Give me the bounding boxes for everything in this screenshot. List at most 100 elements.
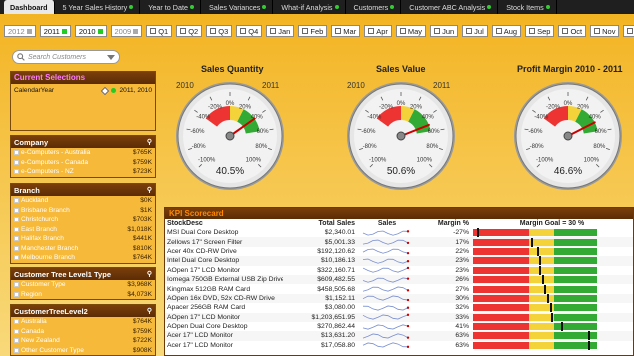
search-placeholder: Search Customers [28,53,86,61]
table-row[interactable]: Acer 17" LCD Monitor $17,058.80 63% [165,340,633,350]
month-Mar[interactable]: Mar [331,25,361,37]
search-icon[interactable]: ⚲ [147,186,152,194]
cell-stockdesc: Acer 17" LCD Monitor [165,331,283,341]
year-2009[interactable]: 2009 [110,25,143,37]
table-row[interactable]: MSI Dual Core Desktop $2,340.01 -27% [165,228,633,238]
goal-marker [537,246,540,256]
month-Apr[interactable]: Apr [364,25,392,37]
quarter-Q1[interactable]: Q1 [146,25,173,37]
tab-5[interactable]: Customers [348,0,402,14]
month-Jun[interactable]: Jun [430,25,459,37]
tab-1[interactable]: 5 Year Sales History [57,0,141,14]
tab-4[interactable]: What-if Analysis [275,0,346,14]
month-Feb[interactable]: Feb [298,25,328,37]
table-row[interactable]: Kingmax 512GB RAM Card $458,505.68 27% [165,284,633,294]
year-2012[interactable]: 2012 [4,25,36,37]
col-stockdesc[interactable]: StockDesc [165,219,283,228]
gauge-title-sales-quantity: Sales Quantity [201,64,264,74]
table-row[interactable]: AOpen 17" LCD Monitor $322,160.71 23% [165,265,633,275]
year-2011[interactable]: 2011 [39,25,71,37]
list-item[interactable]: Australia $764K [11,317,155,327]
list-item[interactable]: e-Computers - NZ $723K [11,167,155,177]
search-icon[interactable]: ⚲ [147,138,152,146]
branch-header[interactable]: Branch ⚲ [11,184,155,196]
search-icon [17,53,25,61]
tab-3[interactable]: Sales Variances [203,0,274,14]
list-item-value: $764K [132,254,152,262]
list-item[interactable]: Region $4,073K [11,290,155,300]
list-item[interactable]: Auckland $0K [11,196,155,206]
cell-sales-sparkline [357,237,417,247]
table-row[interactable]: Iomega 750GB External USB Zip Drive $609,… [165,274,633,285]
chevron-down-icon[interactable] [107,54,115,60]
goal-band-green [553,266,597,274]
list-item[interactable]: Brisbane Branch $1K [11,206,155,216]
table-row[interactable]: Apacer 256GB RAM Card $3,080.00 32% [165,303,633,313]
quarter-Q2[interactable]: Q2 [176,25,203,37]
month-Nov[interactable]: Nov [590,25,620,37]
goal-band-red [473,304,529,312]
goal-band-yellow [528,266,554,274]
quarter-Q4[interactable]: Q4 [236,25,263,37]
month-Dec[interactable]: Dec [623,25,634,37]
goal-band-red [473,341,529,349]
list-item[interactable]: e-Computers - Canada $759K [11,158,155,168]
month-Aug[interactable]: Aug [491,25,522,37]
company-header[interactable]: Company ⚲ [11,136,155,148]
table-row[interactable]: AOpen 17" LCD Monitor $1,203,651.95 33% [165,312,633,322]
cell-margin: 26% [417,274,471,285]
quarter-Q3[interactable]: Q3 [206,25,233,37]
cell-total-sales: $1,152.11 [283,293,357,304]
col-total-sales[interactable]: Total Sales [283,219,357,228]
table-row[interactable]: AOpen 16x DVD, 52x CD-RW Drive $1,152.11 3… [165,293,633,304]
month-Jan[interactable]: Jan [266,25,295,37]
list-item[interactable]: Halifax Branch $441K [11,234,155,244]
tab-7[interactable]: Stock Items [500,0,557,14]
col-margin-goal[interactable]: Margin Goal = 30 % [471,219,633,228]
tab-0[interactable]: Dashboard [4,0,55,14]
tab-6[interactable]: Customer ABC Analysis [403,0,499,14]
eraser-icon[interactable] [101,86,110,95]
list-item[interactable]: Christchurch $703K [11,215,155,225]
cell-total-sales: $10,186.13 [283,256,357,266]
gauge-tick-label: -80% [192,144,207,150]
list-item[interactable]: Canada $759K [11,327,155,337]
checkbox-icon [150,28,157,34]
month-Oct[interactable]: Oct [558,25,587,37]
table-row[interactable]: Intel Dual Core Desktop $10,186.13 23% [165,256,633,266]
cell-margin-goal [471,331,633,341]
year-label: 2011 [43,26,60,36]
list-item[interactable]: Manchester Branch $810K [11,244,155,254]
month-May[interactable]: May [395,25,427,37]
list-item[interactable]: East Branch $1,018K [11,225,155,235]
table-row[interactable]: Zellows 17" Screen Filter $5,001.33 17% [165,237,633,247]
list-item[interactable]: e-Computers - Australia $765K [11,148,155,158]
gauge-tick-label: 60% [595,129,608,135]
search-icon[interactable]: ⚲ [147,307,152,315]
tree1-header[interactable]: Customer Tree Level1 Type ⚲ [11,268,155,280]
checkbox-icon [434,28,441,34]
month-Sep[interactable]: Sep [525,25,555,37]
tree2-header[interactable]: CustomerTreeLevel2 ⚲ [11,305,155,317]
cell-sales-sparkline [357,331,417,341]
list-item[interactable]: Other Customer Type $908K [11,346,155,356]
cell-margin: 30% [417,293,471,304]
list-item[interactable]: New Zealand $722K [11,336,155,346]
goal-band-red [473,229,529,237]
search-icon[interactable]: ⚲ [147,270,152,278]
year-2010[interactable]: 2010 [74,25,107,37]
table-row[interactable]: AOpen Dual Core Desktop $270,862.44 41% [165,322,633,332]
col-margin[interactable]: Margin % [417,219,471,228]
list-item[interactable]: Melbourne Branch $764K [11,253,155,263]
list-item[interactable]: Customer Type $3,968K [11,280,155,290]
table-row[interactable]: Acer 17" LCD Monitor $13,631.20 63% [165,331,633,341]
month-Jul[interactable]: Jul [462,25,488,37]
table-row[interactable]: Acer 40x CD-RW Drive $192,120.62 22% [165,246,633,256]
cell-total-sales: $458,505.68 [317,285,355,293]
goal-band-red [473,294,529,302]
col-sales-trend[interactable]: Sales [357,219,417,228]
goal-band-green [553,332,597,340]
tab-2[interactable]: Year to Date [142,0,201,14]
search-customers[interactable]: Search Customers [12,50,120,64]
cell-stockdesc: AOpen Dual Core Desktop [167,323,248,331]
